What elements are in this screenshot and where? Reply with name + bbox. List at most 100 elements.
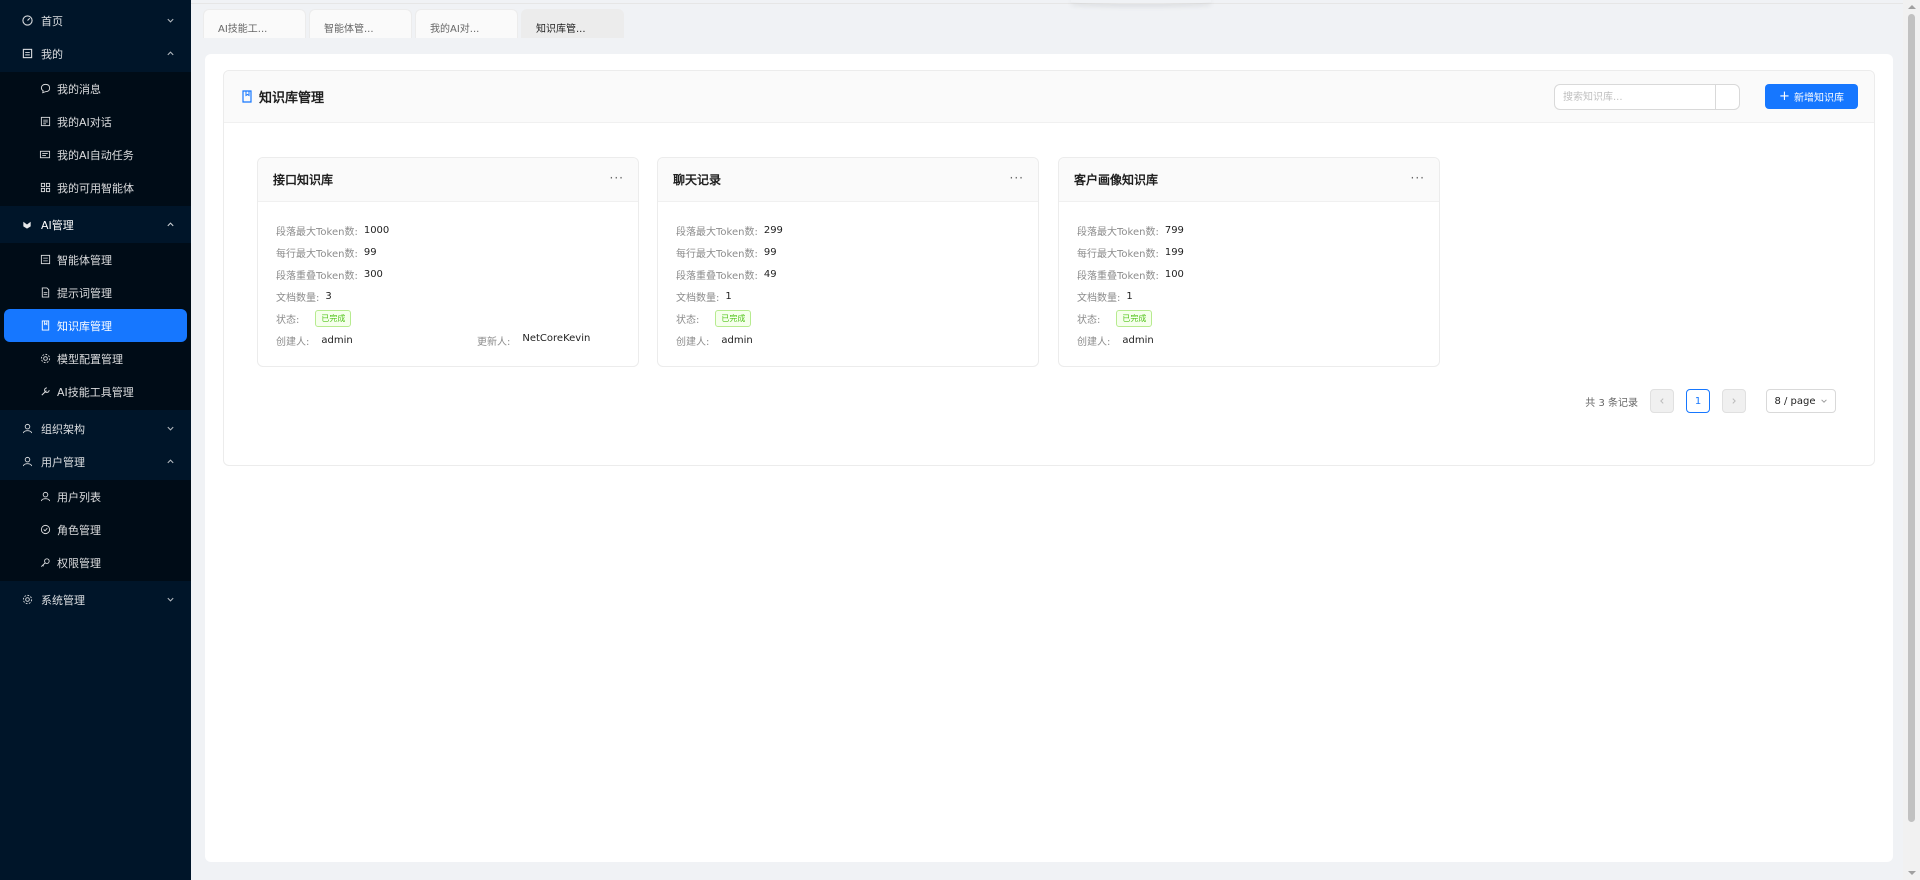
safety-icon	[39, 524, 51, 536]
more-icon[interactable]: ···	[1010, 171, 1024, 185]
add-knowledge-base-label: 新增知识库	[1793, 93, 1844, 104]
field-label: 文档数量:	[676, 292, 720, 304]
menu-user-list-label: 用户列表	[57, 490, 101, 504]
menu-prompt-management[interactable]: 提示词管理	[0, 276, 191, 309]
user-icon	[21, 456, 33, 468]
tab-knowledge-base[interactable]: 知识库管...	[521, 9, 624, 38]
menu-agent-management-label: 智能体管理	[57, 253, 112, 267]
plus-icon: +	[1779, 88, 1790, 104]
knowledge-base-card[interactable]: 接口知识库 ··· 段落最大Token数: 1000 每行最大Token数: 99 …	[257, 157, 639, 367]
menu-my-ai-chat[interactable]: 我的AI对话	[0, 105, 191, 138]
more-icon[interactable]: ···	[610, 171, 624, 185]
mine-submenu: 我的消息 我的AI对话 我的AI自动任务 我的可用智能体	[0, 72, 191, 206]
card-header: 聊天记录 ···	[658, 158, 1038, 202]
menu-mine-label: 我的	[41, 47, 63, 61]
file-text-icon	[39, 287, 51, 299]
knowledge-base-card[interactable]: 客户画像知识库 ··· 段落最大Token数: 799 每行最大Token数: 19…	[1058, 157, 1440, 367]
menu-user-list[interactable]: 用户列表	[0, 480, 191, 513]
menu-ai-management[interactable]: AI管理	[0, 208, 191, 241]
field-label: 段落重叠Token数:	[1077, 270, 1159, 282]
gear-icon	[21, 594, 33, 606]
field-value: NetCoreKevin	[522, 332, 591, 344]
ai-submenu: 智能体管理 提示词管理 知识库管理 模型配置管理 AI技能工具管理	[0, 243, 191, 410]
field-label: 段落重叠Token数:	[276, 270, 358, 282]
chevron-up-icon	[165, 220, 175, 230]
tabs-bar: AI技能工... 智能体管... 我的AI对... 知识库管...	[191, 0, 1903, 40]
menu-ai-skill-tools[interactable]: AI技能工具管理	[0, 375, 191, 408]
field-value: 1	[725, 290, 732, 302]
field-label: 段落最大Token数:	[676, 226, 758, 238]
message-icon	[39, 83, 51, 95]
menu-user-management[interactable]: 用户管理	[0, 445, 191, 478]
chevron-down-icon	[165, 424, 175, 434]
menu-role-management-label: 角色管理	[57, 523, 101, 537]
menu-organization[interactable]: 组织架构	[0, 412, 191, 445]
field-value: 1000	[363, 224, 390, 236]
card-body: 段落最大Token数: 799 每行最大Token数: 199 段落重叠Token数…	[1059, 202, 1439, 362]
page-size-select[interactable]: 8 / page	[1766, 389, 1836, 413]
field-value: 299	[763, 224, 783, 236]
card-header: 接口知识库 ···	[258, 158, 638, 202]
pagination: 共 3 条记录 1 8 / page	[1585, 389, 1836, 413]
field-label: 每行最大Token数:	[676, 248, 758, 260]
tab-label: 智能体管...	[324, 24, 374, 35]
panel-header: 知识库管理 + 新增知识库	[224, 71, 1874, 123]
menu-system-management[interactable]: 系统管理	[0, 583, 191, 616]
chevron-down-icon	[165, 595, 175, 605]
field-label: 创建人:	[676, 336, 710, 348]
vertical-scrollbar[interactable]	[1903, 0, 1920, 880]
task-icon	[39, 149, 51, 161]
tab-ai-skill-tools[interactable]: AI技能工...	[203, 9, 306, 38]
card-title: 接口知识库	[273, 173, 334, 187]
search-button[interactable]	[1715, 85, 1739, 109]
menu-agent-management[interactable]: 智能体管理	[0, 243, 191, 276]
menu-my-ai-chat-label: 我的AI对话	[57, 115, 112, 129]
menu-home[interactable]: 首页	[0, 4, 191, 37]
scroll-up-icon[interactable]	[1903, 0, 1920, 14]
field-label: 段落最大Token数:	[1077, 226, 1159, 238]
next-page-button[interactable]	[1722, 389, 1746, 413]
tab-my-ai-chat[interactable]: 我的AI对...	[415, 9, 518, 38]
user-icon	[39, 491, 51, 503]
menu-role-management[interactable]: 角色管理	[0, 513, 191, 546]
field-label: 状态:	[276, 314, 300, 326]
menu-user-management-label: 用户管理	[41, 455, 85, 469]
book-icon	[241, 90, 253, 103]
menu-my-messages[interactable]: 我的消息	[0, 72, 191, 105]
menu-prompt-management-label: 提示词管理	[57, 286, 112, 300]
card-body: 段落最大Token数: 299 每行最大Token数: 99 段落重叠Token数:…	[658, 202, 1038, 362]
chevron-up-icon	[165, 457, 175, 467]
users-submenu: 用户列表 角色管理 权限管理	[0, 480, 191, 581]
scroll-thumb[interactable]	[1908, 14, 1915, 822]
menu-my-agents[interactable]: 我的可用智能体	[0, 171, 191, 204]
tab-label: 知识库管...	[536, 24, 586, 35]
menu-my-ai-tasks[interactable]: 我的AI自动任务	[0, 138, 191, 171]
knowledge-base-card[interactable]: 聊天记录 ··· 段落最大Token数: 299 每行最大Token数: 99 段落…	[657, 157, 1039, 367]
top-shadow	[1071, 0, 1211, 4]
chevron-down-icon	[165, 16, 175, 26]
scroll-down-icon[interactable]	[1903, 866, 1920, 880]
status-badge: 已完成	[315, 309, 352, 327]
prev-page-button[interactable]	[1650, 389, 1674, 413]
page-button[interactable]: 1	[1686, 389, 1710, 413]
tab-label: AI技能工...	[218, 24, 268, 35]
field-value: 1	[1126, 290, 1133, 302]
card-header: 客户画像知识库 ···	[1059, 158, 1439, 202]
profile-icon	[21, 48, 33, 60]
menu-model-config-label: 模型配置管理	[57, 352, 123, 366]
field-value: admin	[321, 334, 353, 346]
menu-organization-label: 组织架构	[41, 422, 85, 436]
more-icon[interactable]: ···	[1411, 171, 1425, 185]
sidebar: 首页 我的 我的消息 我的AI对话 我的AI自动任务 我的可用智能体 AI管理 …	[0, 0, 191, 880]
add-knowledge-base-button[interactable]: + 新增知识库	[1765, 84, 1858, 109]
search-input[interactable]	[1555, 85, 1715, 109]
menu-mine[interactable]: 我的	[0, 37, 191, 70]
tabs-divider	[191, 3, 1903, 4]
field-value: 799	[1164, 224, 1184, 236]
tab-agent-management[interactable]: 智能体管...	[309, 9, 412, 38]
field-value: 49	[763, 268, 777, 280]
menu-model-config[interactable]: 模型配置管理	[0, 342, 191, 375]
status-badge: 已完成	[1116, 309, 1153, 327]
menu-permission-management[interactable]: 权限管理	[0, 546, 191, 579]
menu-knowledge-base-management[interactable]: 知识库管理	[4, 309, 187, 342]
